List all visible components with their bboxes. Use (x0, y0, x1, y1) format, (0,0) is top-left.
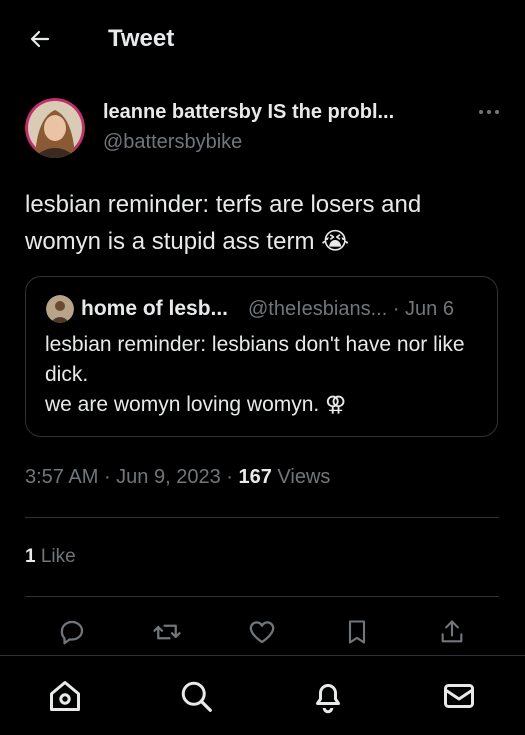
nav-home[interactable] (45, 676, 85, 716)
likes-label: Like (35, 546, 76, 567)
quoted-tweet[interactable]: home of lesb... @theIesbians... · Jun 6 … (25, 276, 498, 437)
quote-display-name: home of lesb... (81, 297, 229, 320)
quote-handle-date: @theIesbians... · Jun 6 (248, 298, 454, 320)
messages-icon (444, 684, 474, 708)
divider (25, 596, 499, 597)
views-label: Views (271, 466, 331, 488)
search-icon (181, 681, 212, 712)
quote-text: lesbian reminder: lesbians don't have no… (45, 333, 465, 416)
page-title: Tweet (108, 25, 175, 52)
like-icon (249, 621, 275, 644)
nav-messages[interactable] (439, 676, 479, 716)
arrow-left-icon (30, 30, 50, 48)
notifications-icon (316, 684, 340, 714)
bookmark-button[interactable] (337, 612, 377, 652)
author-display-name[interactable]: leanne battersby IS the probl... (103, 101, 394, 124)
retweet-button[interactable] (147, 612, 187, 652)
author-handle[interactable]: @battersbybike (103, 131, 242, 154)
tweet-date: Jun 9, 2023 (116, 466, 221, 488)
meta-separator: · (98, 466, 117, 488)
nav-notifications[interactable] (308, 676, 348, 716)
avatar[interactable] (25, 98, 85, 158)
tweet-text: lesbian reminder: terfs are losers and w… (25, 191, 422, 255)
retweet-icon (153, 624, 181, 640)
likes-link[interactable]: 1 Like (25, 546, 76, 568)
quote-avatar (46, 295, 74, 323)
share-icon (441, 620, 463, 643)
bottom-navigation (0, 655, 525, 735)
back-button[interactable] (22, 24, 58, 54)
like-button[interactable] (242, 612, 282, 652)
divider (25, 517, 499, 518)
home-icon (50, 681, 80, 711)
nav-search[interactable] (176, 676, 216, 716)
reply-icon (60, 620, 84, 645)
meta-separator: · (220, 466, 239, 488)
action-bar (0, 612, 525, 652)
tweet-meta: 3:57 AM · Jun 9, 2023 · 167 Views (25, 466, 330, 489)
header-bar: Tweet (0, 0, 525, 78)
more-dots-icon (479, 110, 499, 114)
share-button[interactable] (432, 612, 472, 652)
bookmark-icon (348, 620, 366, 644)
tweet-author: leanne battersby IS the probl... @batter… (25, 98, 505, 158)
views-count: 167 (238, 466, 272, 488)
tweet-time: 3:57 AM (25, 466, 99, 488)
reply-button[interactable] (52, 612, 92, 652)
likes-count: 1 (25, 546, 36, 567)
more-button[interactable] (471, 102, 507, 122)
